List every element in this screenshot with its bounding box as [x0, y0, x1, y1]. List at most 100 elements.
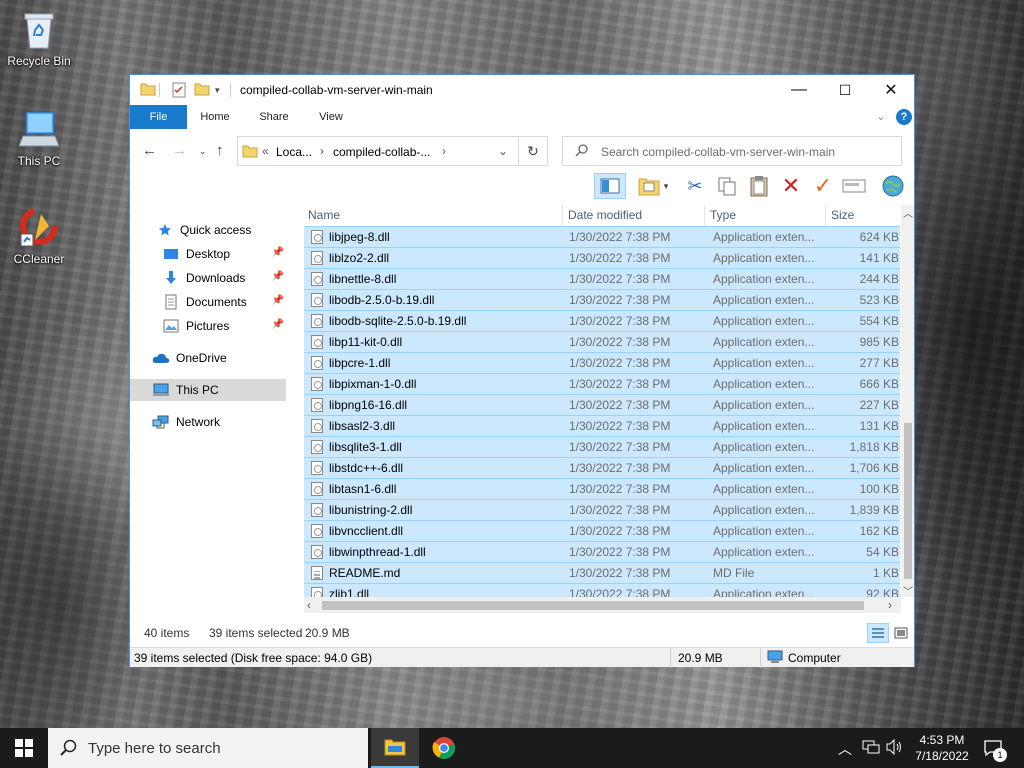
preview-pane-button[interactable]: [594, 173, 626, 199]
scroll-up-icon[interactable]: ︿: [903, 205, 913, 220]
nav-item-pictures[interactable]: Pictures 📌: [130, 315, 288, 337]
scroll-down-icon[interactable]: ﹀: [903, 583, 913, 598]
scroll-left-icon[interactable]: ‹: [307, 598, 311, 612]
details-view-button[interactable]: [867, 623, 889, 643]
network-status-icon[interactable]: [862, 739, 880, 758]
address-dropdown-icon[interactable]: ⌄: [498, 144, 508, 158]
address-segment[interactable]: compiled-collab-...: [333, 145, 430, 159]
forward-arrow-icon[interactable]: →: [172, 142, 187, 159]
table-row[interactable]: libnettle-8.dll 1/30/2022 7:38 PM Applicat…: [304, 268, 900, 289]
column-header-size[interactable]: Size: [827, 205, 898, 227]
table-row[interactable]: libjpeg-8.dll 1/30/2022 7:38 PM Applicatio…: [304, 226, 900, 247]
table-row[interactable]: libstdc++-6.dll 1/30/2022 7:38 PM Applicat…: [304, 457, 900, 478]
column-header-name[interactable]: Name: [304, 205, 563, 227]
tab-file[interactable]: File: [130, 105, 187, 129]
refresh-button[interactable]: ↻: [519, 136, 548, 166]
new-folder-icon[interactable]: [194, 82, 210, 99]
table-row[interactable]: liblzo2-2.dll 1/30/2022 7:38 PM Applicatio…: [304, 247, 900, 268]
minimize-button[interactable]: —: [776, 75, 822, 105]
nav-item-downloads[interactable]: Downloads 📌: [130, 267, 288, 289]
scrollbar-thumb[interactable]: [322, 601, 864, 610]
nav-item-desktop[interactable]: Desktop 📌: [130, 243, 288, 265]
globe-button[interactable]: [880, 173, 906, 199]
search-box[interactable]: Search compiled-collab-vm-server-win-mai…: [562, 136, 902, 166]
desktop-icon-this-pc[interactable]: This PC: [1, 108, 77, 168]
volume-icon[interactable]: [886, 738, 904, 758]
table-row[interactable]: libpng16-16.dll 1/30/2022 7:38 PM Applicat…: [304, 394, 900, 415]
table-row[interactable]: libvncclient.dll 1/30/2022 7:38 PM Applica…: [304, 520, 900, 541]
nav-item-this-pc[interactable]: This PC: [130, 379, 286, 401]
table-row[interactable]: libodb-sqlite-2.5.0-b.19.dll 1/30/2022 7:…: [304, 310, 900, 331]
title-bar[interactable]: ▾ compiled-collab-vm-server-win-main — ☐…: [130, 75, 914, 105]
scrollbar-thumb[interactable]: [904, 423, 912, 579]
large-icons-view-button[interactable]: [890, 623, 912, 643]
table-row[interactable]: libsqlite3-1.dll 1/30/2022 7:38 PM Applica…: [304, 436, 900, 457]
desktop-icon-ccleaner[interactable]: CCleaner: [1, 206, 77, 266]
expand-ribbon-icon[interactable]: ⌄: [876, 109, 886, 123]
delete-button[interactable]: ✕: [778, 173, 804, 199]
start-button[interactable]: [0, 728, 48, 768]
rename-button[interactable]: ✓: [810, 173, 836, 199]
taskbar-search-placeholder: Type here to search: [88, 740, 221, 757]
scroll-right-icon[interactable]: ›: [888, 598, 892, 612]
chevron-right-icon[interactable]: ›: [320, 144, 324, 158]
tab-home[interactable]: Home: [194, 105, 236, 129]
properties-button[interactable]: [636, 173, 662, 199]
column-header-type[interactable]: Type: [706, 205, 826, 227]
recent-locations-icon[interactable]: ⌄: [199, 146, 207, 157]
tab-view[interactable]: View: [310, 105, 352, 129]
table-row[interactable]: libpcre-1.dll 1/30/2022 7:38 PM Applicatio…: [304, 352, 900, 373]
dropdown-arrow-icon[interactable]: ▾: [660, 173, 672, 199]
pin-icon[interactable]: 📌: [272, 247, 284, 258]
taskbar-file-explorer[interactable]: [371, 728, 419, 768]
maximize-button[interactable]: ☐: [822, 75, 868, 105]
copy-button[interactable]: [714, 173, 740, 199]
table-row[interactable]: libunistring-2.dll 1/30/2022 7:38 PM Appli…: [304, 499, 900, 520]
desktop-icon-recycle-bin[interactable]: Recycle Bin: [1, 8, 77, 68]
selected-count: 39 items selected: [209, 626, 303, 640]
nav-item-network[interactable]: Network: [130, 411, 288, 433]
nav-item-onedrive[interactable]: OneDrive: [130, 347, 288, 369]
pin-icon[interactable]: 📌: [272, 319, 284, 330]
action-center-button[interactable]: 1: [978, 728, 1008, 768]
dll-file-icon: [311, 482, 323, 496]
vertical-scrollbar[interactable]: ︿ ﹀: [901, 205, 914, 598]
help-icon[interactable]: ?: [896, 109, 912, 125]
column-header-date[interactable]: Date modified: [564, 205, 705, 227]
close-button[interactable]: ✕: [868, 75, 914, 105]
globe-icon: [882, 175, 904, 197]
horizontal-scrollbar[interactable]: ‹ ›: [304, 597, 901, 613]
copy-icon: [718, 177, 736, 196]
customize-quick-access-icon[interactable]: ▾: [215, 85, 220, 96]
table-row[interactable]: libodb-2.5.0-b.19.dll 1/30/2022 7:38 PM Ap…: [304, 289, 900, 310]
cut-button[interactable]: ✂: [682, 173, 708, 199]
nav-item-quick-access[interactable]: Quick access: [130, 219, 288, 241]
address-bar[interactable]: « Loca... › compiled-collab-... › ⌄: [237, 136, 519, 166]
system-clock[interactable]: 4:53 PM 7/18/2022: [910, 732, 974, 764]
table-row[interactable]: libsasl2-3.dll 1/30/2022 7:38 PM Applicati…: [304, 415, 900, 436]
address-overflow-icon[interactable]: «: [262, 144, 269, 158]
properties-icon[interactable]: [172, 82, 186, 101]
pin-icon[interactable]: 📌: [272, 271, 284, 282]
file-date-modified: 1/30/2022 7:38 PM: [569, 230, 671, 244]
paste-button[interactable]: [746, 173, 772, 199]
table-row[interactable]: libtasn1-6.dll 1/30/2022 7:38 PM Applicati…: [304, 478, 900, 499]
tab-share[interactable]: Share: [251, 105, 297, 129]
taskbar-chrome[interactable]: [420, 728, 468, 768]
dll-file-icon: [311, 272, 323, 286]
file-name: libsqlite3-1.dll: [329, 440, 402, 454]
table-row[interactable]: libwinpthread-1.dll 1/30/2022 7:38 PM Appl…: [304, 541, 900, 562]
table-row[interactable]: libpixman-1-0.dll 1/30/2022 7:38 PM Applic…: [304, 373, 900, 394]
select-button[interactable]: [840, 173, 868, 199]
taskbar-search-box[interactable]: Type here to search: [48, 728, 368, 768]
chevron-right-icon[interactable]: ›: [442, 144, 446, 158]
table-row[interactable]: README.md 1/30/2022 7:38 PM MD File 1 KB: [304, 562, 900, 583]
nav-item-documents[interactable]: Documents 📌: [130, 291, 288, 313]
pin-icon[interactable]: 📌: [272, 295, 284, 306]
file-type: Application exten...: [713, 503, 815, 517]
show-hidden-icons-icon[interactable]: ︿: [838, 739, 852, 759]
up-arrow-icon[interactable]: ↑: [216, 142, 224, 159]
address-segment[interactable]: Loca...: [276, 145, 312, 159]
table-row[interactable]: libp11-kit-0.dll 1/30/2022 7:38 PM Applica…: [304, 331, 900, 352]
back-arrow-icon[interactable]: ←: [142, 142, 157, 159]
